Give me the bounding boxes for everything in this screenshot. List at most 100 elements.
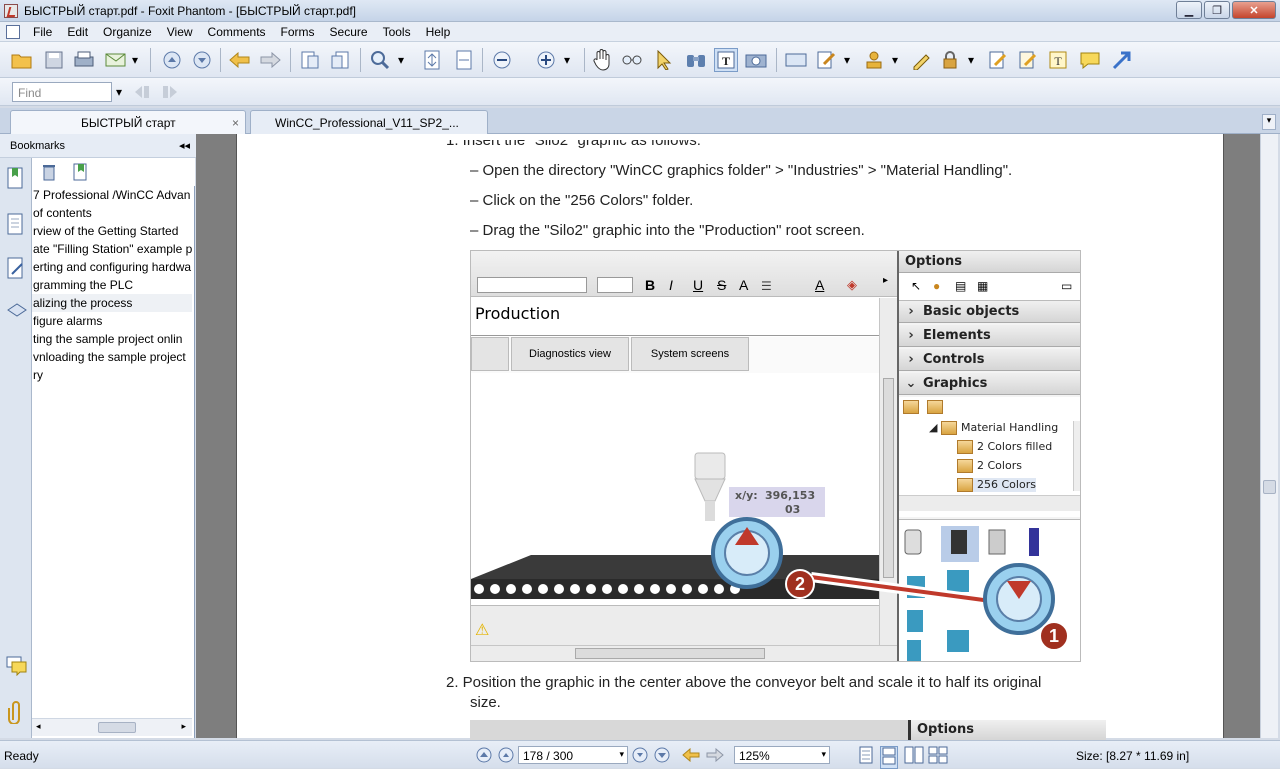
- bookmark-item[interactable]: vnloading the sample project: [32, 348, 192, 366]
- bookmark-item[interactable]: figure alarms: [32, 312, 192, 330]
- sign-pen-icon[interactable]: [910, 48, 934, 72]
- find-dropdown-icon[interactable]: ▾: [112, 80, 126, 104]
- bookmark-item[interactable]: ry: [32, 366, 192, 384]
- menu-forms[interactable]: Forms: [274, 25, 323, 39]
- go-forward-icon[interactable]: [706, 747, 724, 765]
- single-page-view-icon[interactable]: [858, 746, 874, 767]
- forward-arrow-icon[interactable]: [258, 48, 282, 72]
- bookmark-item[interactable]: ting the sample project onlin: [32, 330, 192, 348]
- scroll-left-icon[interactable]: ◂: [36, 721, 41, 732]
- menu-edit[interactable]: Edit: [60, 25, 96, 39]
- find-previous-icon[interactable]: [130, 80, 154, 104]
- facing-view-icon[interactable]: [904, 746, 924, 767]
- restore-button[interactable]: ❐: [1204, 1, 1230, 19]
- first-page-icon[interactable]: [476, 747, 492, 766]
- tabs-dropdown-icon[interactable]: ▾: [1262, 114, 1276, 130]
- security-dropdown-icon[interactable]: ▾: [964, 48, 978, 72]
- minimize-button[interactable]: ▁: [1176, 1, 1202, 19]
- fit-page-icon[interactable]: [420, 48, 444, 72]
- fit-width-icon[interactable]: [452, 48, 476, 72]
- scroll-thumb[interactable]: [98, 722, 136, 733]
- menu-file[interactable]: File: [26, 25, 60, 39]
- document-vertical-scrollbar[interactable]: [1260, 134, 1278, 738]
- binoculars-icon[interactable]: [684, 48, 708, 72]
- page-number-input[interactable]: 178 / 300 ▾: [518, 746, 628, 764]
- comment-note-icon[interactable]: [1078, 48, 1102, 72]
- insert-pages-icon[interactable]: [328, 48, 352, 72]
- edit-document-icon[interactable]: [986, 48, 1010, 72]
- continuous-facing-view-icon[interactable]: [928, 746, 948, 767]
- new-bookmark-icon[interactable]: [72, 163, 88, 184]
- menu-comments[interactable]: Comments: [201, 25, 274, 39]
- tab-wincc-professional[interactable]: WinCC_Professional_V11_SP2_...: [250, 110, 488, 134]
- find-next-icon[interactable]: [158, 80, 182, 104]
- zoom-level-dropdown-icon[interactable]: ▾: [560, 48, 574, 72]
- close-window-button[interactable]: ✕: [1232, 1, 1276, 19]
- edit-form-icon[interactable]: [1016, 48, 1040, 72]
- bookmarks-horizontal-scrollbar[interactable]: ◂ ▸: [32, 718, 192, 736]
- bookmark-item[interactable]: of contents: [32, 204, 192, 222]
- document-scroll-thumb[interactable]: [1263, 480, 1276, 494]
- back-arrow-icon[interactable]: [228, 48, 252, 72]
- find-input[interactable]: Find: [12, 82, 112, 102]
- arrow-tool-icon[interactable]: [1110, 48, 1134, 72]
- previous-page-icon[interactable]: [498, 747, 514, 766]
- paperclip-icon[interactable]: [8, 700, 24, 727]
- menu-secure[interactable]: Secure: [323, 25, 376, 39]
- last-page-icon[interactable]: [654, 747, 670, 766]
- stamp-dropdown-icon[interactable]: ▾: [888, 48, 902, 72]
- layers-panel-icon[interactable]: [6, 300, 28, 323]
- open-folder-icon[interactable]: [10, 48, 34, 72]
- zoom-level-input[interactable]: 125% ▾: [734, 746, 830, 764]
- bookmark-item[interactable]: 7 Professional /WinCC Advan: [32, 186, 192, 204]
- continuous-view-icon[interactable]: [880, 746, 898, 769]
- bookmark-item[interactable]: gramming the PLC: [32, 276, 192, 294]
- pages-panel-icon[interactable]: [6, 212, 26, 239]
- zoom-level-dropdown-arrow-icon[interactable]: ▾: [821, 749, 826, 760]
- extract-pages-icon[interactable]: [298, 48, 322, 72]
- hand-tool-icon[interactable]: [590, 48, 614, 72]
- select-text-icon[interactable]: T: [714, 48, 738, 72]
- scroll-right-icon[interactable]: ▸: [181, 721, 186, 732]
- typewriter-note-icon[interactable]: [814, 48, 838, 72]
- email-icon[interactable]: [104, 48, 128, 72]
- save-icon[interactable]: [42, 48, 66, 72]
- print-icon[interactable]: [72, 48, 96, 72]
- form-field-icon[interactable]: [784, 48, 808, 72]
- bookmark-item[interactable]: ate "Filling Station" example p: [32, 240, 192, 258]
- document-menu-icon[interactable]: [6, 24, 20, 39]
- bookmarks-panel-icon[interactable]: [6, 166, 26, 193]
- delete-bookmark-icon[interactable]: [42, 163, 56, 184]
- bookmark-item[interactable]: rview of the Getting Started: [32, 222, 192, 240]
- bookmark-item[interactable]: erting and configuring hardwa: [32, 258, 192, 276]
- menu-tools[interactable]: Tools: [376, 25, 419, 39]
- close-tab-icon[interactable]: ×: [232, 116, 239, 130]
- loupe-tool-icon[interactable]: [620, 48, 644, 72]
- go-back-icon[interactable]: [682, 747, 700, 765]
- zoom-out-icon[interactable]: [490, 48, 514, 72]
- select-arrow-icon[interactable]: [652, 48, 676, 72]
- page-dropdown-icon[interactable]: ▾: [619, 749, 624, 760]
- menu-organize[interactable]: Organize: [96, 25, 160, 39]
- email-dropdown-icon[interactable]: ▾: [128, 48, 142, 72]
- menu-help[interactable]: Help: [419, 25, 459, 39]
- comments-panel-icon[interactable]: [6, 256, 26, 283]
- textbox-icon[interactable]: T: [1046, 48, 1070, 72]
- next-page-status-icon[interactable]: [632, 747, 648, 766]
- zoom-dropdown-icon[interactable]: ▾: [394, 48, 408, 72]
- user-icon: ●: [933, 279, 941, 293]
- zoom-in-icon[interactable]: [534, 48, 558, 72]
- note-dropdown-icon[interactable]: ▾: [840, 48, 854, 72]
- stamp-user-icon[interactable]: [862, 48, 886, 72]
- next-page-icon[interactable]: [190, 48, 214, 72]
- page-size-text: Size: [8.27 * 11.69 in]: [1076, 749, 1190, 763]
- menu-view[interactable]: View: [160, 25, 201, 39]
- zoom-in-magnifier-icon[interactable]: [368, 48, 392, 72]
- bookmark-item-selected[interactable]: alizing the process: [32, 294, 192, 312]
- tab-bystryi-start[interactable]: БЫСТРЫЙ старт ×: [10, 110, 246, 134]
- security-lock-icon[interactable]: [938, 48, 962, 72]
- attachments-comment-icon[interactable]: [6, 656, 28, 679]
- prev-page-icon[interactable]: [160, 48, 184, 72]
- snapshot-camera-icon[interactable]: [744, 48, 768, 72]
- collapse-panel-icon[interactable]: ◂◂: [179, 139, 190, 152]
